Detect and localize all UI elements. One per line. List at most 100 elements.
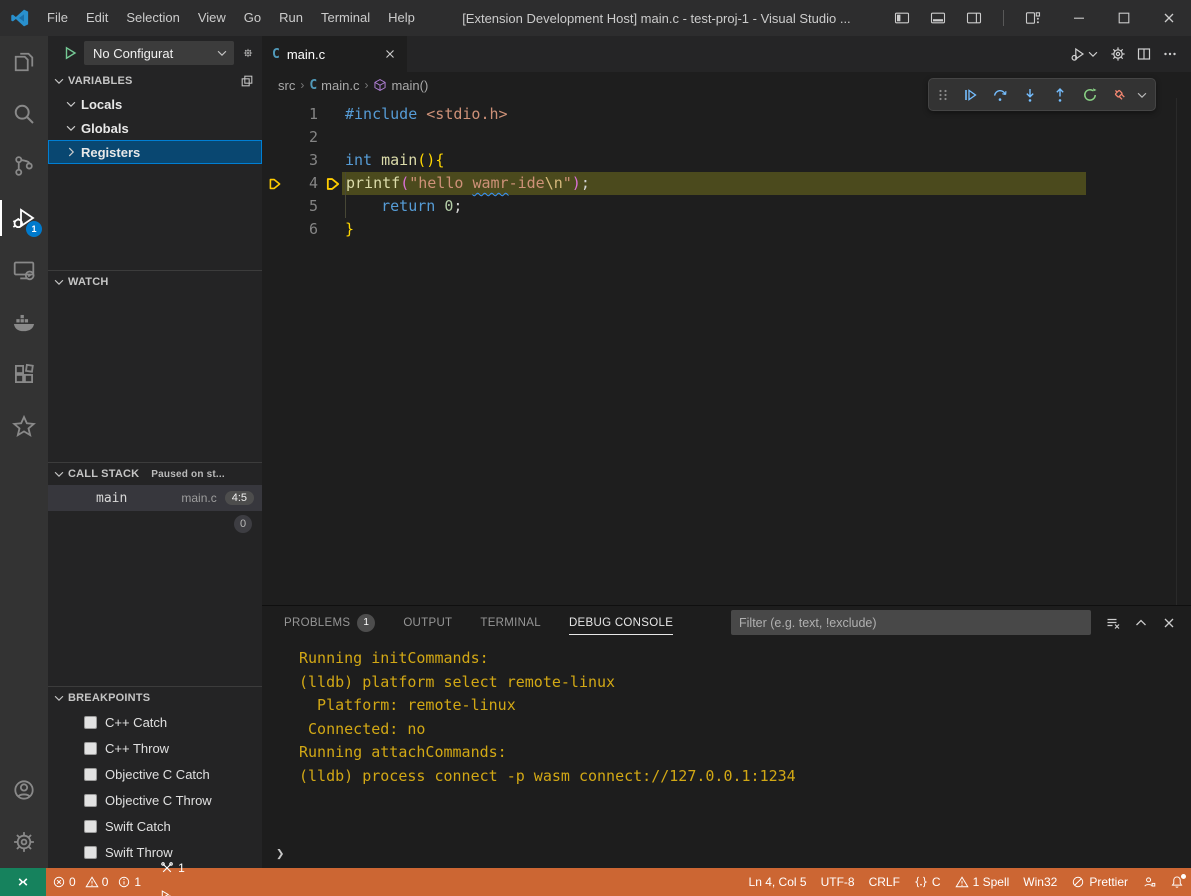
sidebar-item-extensions[interactable] [0,348,48,400]
breadcrumb-item-main[interactable]: main() [373,78,428,93]
restart-button[interactable] [1077,82,1103,108]
breakpoint-checkbox[interactable] [84,742,97,755]
collapse-all-icon[interactable] [240,74,254,88]
status-ports[interactable]: 1 [153,854,192,882]
status-spell-checker[interactable]: 1 Spell [948,868,1017,896]
breakpoint-checkbox[interactable] [84,794,97,807]
breakpoint-gutter[interactable] [262,195,288,218]
call-stack-header[interactable]: CALL STACK Paused on st... [48,463,262,485]
layout-sidebar-right-button[interactable] [961,5,987,31]
breakpoint-row[interactable]: C++ Catch [48,709,262,735]
remote-indicator[interactable] [0,868,46,896]
close-tab-icon[interactable] [383,47,397,61]
code-editor[interactable]: 1#include <stdio.h>23int main(){4printf(… [262,98,1191,605]
console-output-line: Running initCommands: [299,647,1191,671]
panel-tab-debug-console[interactable]: DEBUG CONSOLE [569,606,673,639]
breakpoint-checkbox[interactable] [84,716,97,729]
status-language-mode[interactable]: C [907,868,948,896]
customize-layout-button[interactable] [1020,5,1046,31]
sidebar-item-explorer[interactable] [0,36,48,88]
breakpoint-gutter[interactable] [262,172,288,195]
menu-selection[interactable]: Selection [117,0,188,36]
status-feedback[interactable] [1135,868,1163,896]
status-notifications[interactable] [1163,868,1191,896]
breakpoint-gutter[interactable] [262,149,288,172]
sidebar-item-favorites[interactable] [0,400,48,452]
menu-terminal[interactable]: Terminal [312,0,379,36]
tab-main-c[interactable]: C main.c [262,36,407,72]
sidebar-item-run-and-debug[interactable]: 1 [0,192,48,244]
status-prettier[interactable]: Prettier [1064,868,1135,896]
stack-frame-row[interactable]: mainmain.c4:5 [48,485,262,511]
breakpoint-gutter[interactable] [262,126,288,149]
status-platform[interactable]: Win32 [1016,868,1064,896]
panel-tab-output[interactable]: OUTPUT [403,606,452,639]
more-actions-button[interactable] [1159,43,1181,65]
sidebar-item-search[interactable] [0,88,48,140]
run-or-debug-button[interactable] [1067,43,1103,65]
layout-sidebar-left-button[interactable] [889,5,915,31]
variables-item-registers[interactable]: Registers [48,140,262,164]
split-editor-button[interactable] [1133,43,1155,65]
toolbar-grip-icon[interactable] [935,87,951,103]
code-token: main [381,149,417,172]
panel-tab-problems[interactable]: PROBLEMS1 [284,606,375,639]
breakpoint-row[interactable]: Objective C Catch [48,761,262,787]
minimize-button[interactable] [1056,0,1101,36]
variables-header[interactable]: VARIABLES [48,70,262,92]
layout-panel-button[interactable] [925,5,951,31]
menu-file[interactable]: File [38,0,77,36]
close-button[interactable] [1146,0,1191,36]
variables-item-locals[interactable]: Locals [48,92,262,116]
maximize-button[interactable] [1101,0,1146,36]
settings-button[interactable] [1107,43,1129,65]
menu-view[interactable]: View [189,0,235,36]
maximize-panel-button[interactable] [1133,615,1149,631]
breadcrumb-item-src[interactable]: src [278,78,295,93]
problems-status[interactable]: 001 [46,875,153,889]
debug-config-dropdown[interactable]: No Configurat [84,41,234,65]
step-over-button[interactable] [987,82,1013,108]
panel-tab-terminal[interactable]: TERMINAL [480,606,541,639]
menu-go[interactable]: Go [235,0,270,36]
status-debug-status[interactable] [153,882,192,896]
sidebar-item-docker[interactable] [0,296,48,348]
console-filter[interactable] [731,610,1091,635]
breakpoint-checkbox[interactable] [84,846,97,859]
watch-header[interactable]: WATCH [48,271,262,293]
status-cursor-position[interactable]: Ln 4, Col 5 [742,868,814,896]
breadcrumb-item-mainc[interactable]: Cmain.c [309,78,359,93]
continue-button[interactable] [957,82,983,108]
breakpoint-gutter[interactable] [262,218,288,241]
breakpoint-row[interactable]: Swift Catch [48,813,262,839]
call-stack-extra-row[interactable]: 0 [48,511,262,537]
step-into-button[interactable] [1017,82,1043,108]
breakpoint-checkbox[interactable] [84,768,97,781]
breakpoints-header[interactable]: BREAKPOINTS [48,687,262,709]
status-eol[interactable]: CRLF [862,868,907,896]
breakpoint-gutter[interactable] [262,103,288,126]
sidebar-item-settings[interactable] [0,816,48,868]
debug-console-input-row[interactable]: ❯ [262,840,1191,868]
breakpoint-row[interactable]: Objective C Throw [48,787,262,813]
clear-console-button[interactable] [1105,615,1121,631]
menu-help[interactable]: Help [379,0,424,36]
sidebar-item-remote-explorer[interactable] [0,244,48,296]
menu-edit[interactable]: Edit [77,0,117,36]
debug-console-output[interactable]: Running initCommands:(lldb) platform sel… [262,639,1191,840]
debug-toolbar-chevron-icon[interactable] [1135,88,1149,102]
chevron-down-icon [215,46,229,60]
launch-settings-gear-icon[interactable] [240,45,256,61]
start-debug-button[interactable] [62,45,78,61]
variables-item-globals[interactable]: Globals [48,116,262,140]
disconnect-button[interactable] [1107,82,1133,108]
breakpoint-row[interactable]: C++ Throw [48,735,262,761]
breakpoint-checkbox[interactable] [84,820,97,833]
close-panel-button[interactable] [1161,615,1177,631]
status-encoding[interactable]: UTF-8 [814,868,862,896]
sidebar-item-source-control[interactable] [0,140,48,192]
console-filter-input[interactable] [739,616,1083,630]
menu-run[interactable]: Run [270,0,312,36]
sidebar-item-accounts[interactable] [0,764,48,816]
step-out-button[interactable] [1047,82,1073,108]
